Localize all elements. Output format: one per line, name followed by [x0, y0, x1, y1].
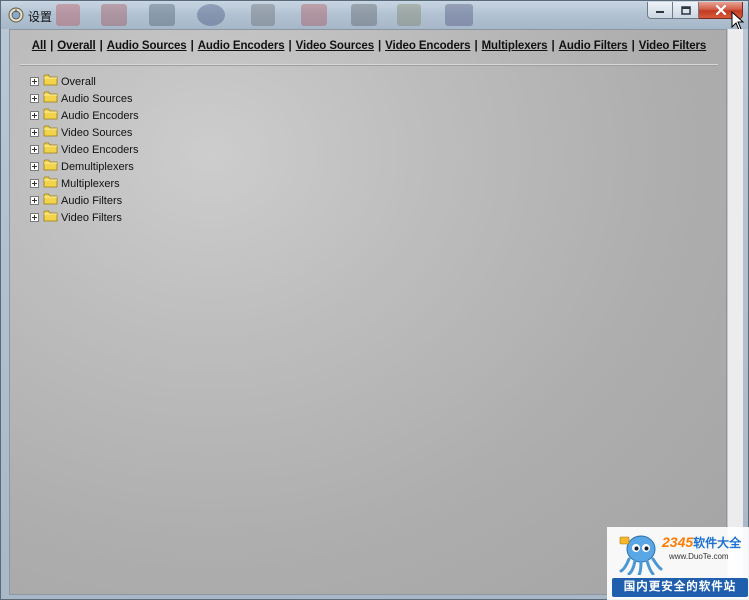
watermark: 2345软件大全 www.DuoTe.com 国内更安全的软件站	[607, 527, 749, 600]
tree-node-label: Video Encoders	[61, 143, 139, 156]
tree-node-video-filters[interactable]: Video Filters	[30, 209, 139, 226]
nav-link-overall[interactable]: Overall	[57, 40, 95, 52]
app-icon	[8, 7, 24, 23]
expand-plus-icon[interactable]	[30, 111, 39, 120]
tree-node-demultiplexers[interactable]: Demultiplexers	[30, 158, 139, 175]
folder-icon	[43, 176, 58, 188]
expand-plus-icon[interactable]	[30, 145, 39, 154]
tree-node-video-sources[interactable]: Video Sources	[30, 124, 139, 141]
tree-node-label: Audio Filters	[61, 194, 123, 207]
minimize-icon	[656, 11, 664, 13]
tree-node-label: Overall	[61, 75, 96, 88]
nav-separator: |	[190, 40, 194, 52]
settings-tree: Overall Audio Sources Audio Encoders Vid…	[30, 73, 139, 226]
watermark-brand: 2345软件大全	[662, 534, 741, 551]
tree-node-audio-encoders[interactable]: Audio Encoders	[30, 107, 139, 124]
expand-plus-icon[interactable]	[30, 196, 39, 205]
nav-separator: |	[50, 40, 54, 52]
tree-node-multiplexers[interactable]: Multiplexers	[30, 175, 139, 192]
nav-link-video-filters[interactable]: Video Filters	[639, 40, 707, 52]
title-bar[interactable]: 设置	[1, 1, 748, 29]
folder-icon	[43, 91, 58, 103]
expand-plus-icon[interactable]	[30, 213, 39, 222]
nav-link-audio-filters[interactable]: Audio Filters	[559, 40, 628, 52]
tree-node-label: Demultiplexers	[61, 160, 134, 173]
nav-divider	[20, 64, 718, 66]
tree-node-label: Audio Encoders	[61, 109, 139, 122]
nav-link-audio-encoders[interactable]: Audio Encoders	[198, 40, 285, 52]
folder-icon	[43, 142, 58, 154]
nav-separator: |	[631, 40, 635, 52]
expand-plus-icon[interactable]	[30, 128, 39, 137]
expand-plus-icon[interactable]	[30, 179, 39, 188]
tree-node-audio-filters[interactable]: Audio Filters	[30, 192, 139, 209]
octopus-mascot-icon	[619, 535, 663, 575]
expand-plus-icon[interactable]	[30, 94, 39, 103]
tree-node-label: Video Sources	[61, 126, 133, 139]
nav-separator: |	[474, 40, 478, 52]
maximize-icon	[680, 5, 691, 15]
tree-node-audio-sources[interactable]: Audio Sources	[30, 90, 139, 107]
nav-separator: |	[99, 40, 103, 52]
close-icon	[715, 5, 726, 15]
window-title: 设置	[28, 10, 53, 24]
nav-separator: |	[551, 40, 555, 52]
vertical-scrollbar[interactable]	[727, 29, 743, 595]
nav-link-video-encoders[interactable]: Video Encoders	[385, 40, 470, 52]
tree-node-label: Video Filters	[61, 211, 122, 224]
watermark-slogan: 国内更安全的软件站	[612, 578, 748, 597]
folder-icon	[43, 210, 58, 222]
nav-link-audio-sources[interactable]: Audio Sources	[107, 40, 187, 52]
folder-icon	[43, 125, 58, 137]
category-nav: All | Overall | Audio Sources | Audio Encoders…	[10, 40, 728, 52]
folder-icon	[43, 108, 58, 120]
settings-panel: All | Overall | Audio Sources | Audio Encoders…	[9, 29, 727, 595]
nav-link-all[interactable]: All	[32, 40, 47, 52]
mouse-cursor-icon	[731, 11, 745, 29]
folder-icon	[43, 193, 58, 205]
tree-node-overall[interactable]: Overall	[30, 73, 139, 90]
settings-window: 设置 All | Overall | Audio Sources | Audio Encod…	[0, 0, 749, 600]
expand-plus-icon[interactable]	[30, 162, 39, 171]
tree-node-label: Multiplexers	[61, 177, 120, 190]
watermark-url: www.DuoTe.com	[669, 552, 729, 561]
folder-icon	[43, 74, 58, 86]
maximize-button[interactable]	[673, 2, 699, 19]
nav-separator: |	[288, 40, 292, 52]
tree-node-label: Audio Sources	[61, 92, 133, 105]
window-controls	[647, 2, 743, 20]
minimize-button[interactable]	[647, 2, 673, 19]
watermark-brand-number: 2345	[662, 534, 694, 550]
expand-plus-icon[interactable]	[30, 77, 39, 86]
nav-link-multiplexers[interactable]: Multiplexers	[482, 40, 548, 52]
nav-link-video-sources[interactable]: Video Sources	[296, 40, 374, 52]
folder-icon	[43, 159, 58, 171]
tree-node-video-encoders[interactable]: Video Encoders	[30, 141, 139, 158]
nav-separator: |	[378, 40, 382, 52]
watermark-brand-text: 软件大全	[693, 536, 742, 550]
